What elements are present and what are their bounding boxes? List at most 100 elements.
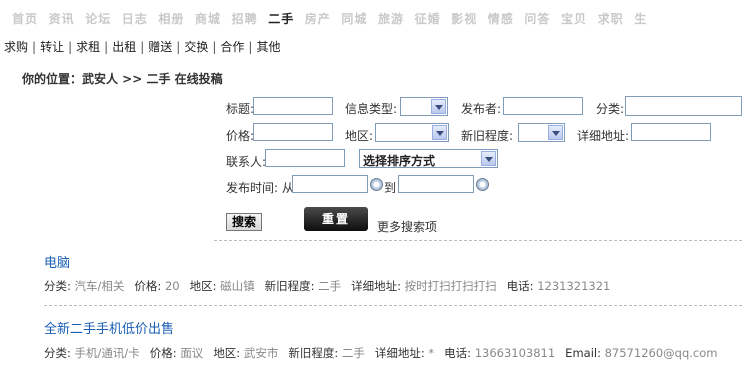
- nav-separator: |: [68, 40, 73, 54]
- meta-key: 分类:: [44, 346, 71, 360]
- meta-value: 87571260@qq.com: [604, 346, 718, 360]
- top-nav-item[interactable]: 同城: [341, 10, 367, 27]
- top-nav-item[interactable]: 论坛: [85, 10, 111, 27]
- meta-value: 按时打扫打扫打扫: [404, 279, 497, 293]
- chevron-down-icon: [432, 125, 447, 140]
- listing-title[interactable]: 电脑: [44, 252, 70, 271]
- sub-nav-item[interactable]: 求购: [4, 40, 28, 54]
- top-nav-item[interactable]: 征婚: [415, 10, 441, 27]
- meta-key: 电话:: [444, 346, 472, 360]
- chevron-down-icon: [431, 99, 446, 114]
- nav-separator: |: [104, 40, 109, 54]
- sub-nav-item[interactable]: 赠送: [148, 40, 172, 54]
- meta-value: 二手: [318, 279, 342, 293]
- listing-title[interactable]: 全新二手手机低价出售: [44, 318, 174, 337]
- top-nav-item[interactable]: 资讯: [49, 10, 75, 27]
- meta-key: 详细地址:: [351, 279, 402, 293]
- meta-key: 新旧程度:: [288, 346, 339, 360]
- category-input[interactable]: [625, 96, 742, 116]
- divider: [214, 240, 742, 241]
- meta-key: 详细地址:: [374, 346, 425, 360]
- top-nav-item[interactable]: 影视: [451, 10, 477, 27]
- meta-key: 新旧程度:: [264, 279, 315, 293]
- condition-select[interactable]: [518, 123, 565, 142]
- meta-value: 面议: [180, 346, 204, 360]
- top-nav-item[interactable]: 相册: [158, 10, 184, 27]
- meta-value: 磁山镇: [220, 279, 255, 293]
- region-select[interactable]: [375, 123, 449, 142]
- nav-separator: |: [176, 40, 181, 54]
- top-nav-item[interactable]: 问答: [524, 10, 550, 27]
- top-nav-item[interactable]: 商城: [195, 10, 221, 27]
- top-nav-item[interactable]: 招聘: [232, 10, 258, 27]
- reset-button[interactable]: 重置: [304, 207, 368, 231]
- breadcrumb: 你的位置：武安人 >> 二手 在线投稿: [22, 72, 223, 86]
- divider: [44, 305, 742, 306]
- nav-separator: |: [248, 40, 253, 54]
- calendar-icon[interactable]: [370, 178, 383, 191]
- meta-key: 地区:: [213, 346, 241, 360]
- time-to-input[interactable]: [398, 175, 474, 193]
- sort-select-value: 选择排序方式: [363, 154, 436, 168]
- address-input[interactable]: [631, 123, 711, 141]
- top-nav-item[interactable]: 首页: [12, 10, 38, 27]
- meta-key: 分类:: [44, 279, 71, 293]
- info-type-label: 信息类型:: [345, 102, 398, 116]
- top-nav-item[interactable]: 求职: [598, 10, 624, 27]
- nav-separator: |: [212, 40, 217, 54]
- top-nav-item[interactable]: 房产: [305, 10, 331, 27]
- top-nav-item[interactable]: 二手: [268, 10, 294, 27]
- meta-value: 汽车/相关: [74, 279, 125, 293]
- sub-nav-item[interactable]: 其他: [256, 40, 280, 54]
- search-button[interactable]: 搜索: [226, 213, 262, 231]
- nav-separator: |: [140, 40, 145, 54]
- time-from-input[interactable]: [292, 175, 368, 193]
- info-type-select[interactable]: [400, 97, 448, 116]
- title-label: 标题:: [226, 102, 255, 116]
- title-input[interactable]: [253, 97, 333, 115]
- price-input[interactable]: [253, 123, 333, 141]
- price-label: 价格:: [226, 129, 255, 143]
- meta-key: 电话:: [506, 279, 534, 293]
- time-label: 发布时间: 从: [226, 181, 294, 195]
- sub-nav-item[interactable]: 转让: [40, 40, 64, 54]
- top-nav-item[interactable]: 宝贝: [561, 10, 587, 27]
- meta-key: 地区:: [189, 279, 217, 293]
- publisher-label: 发布者:: [461, 102, 502, 116]
- category-label: 分类:: [596, 102, 625, 116]
- sub-nav: 求购 | 转让 | 求租 | 出租 | 赠送 | 交换 | 合作 | 其他: [4, 38, 280, 55]
- meta-key: Email:: [565, 346, 601, 360]
- sub-nav-item[interactable]: 合作: [220, 40, 244, 54]
- top-nav-item[interactable]: 情感: [488, 10, 514, 27]
- contact-input[interactable]: [265, 149, 345, 167]
- meta-value: 手机/通讯/卡: [74, 346, 140, 360]
- chevron-down-icon: [481, 151, 496, 166]
- top-nav-item[interactable]: 日志: [122, 10, 148, 27]
- meta-value: 二手: [341, 346, 365, 360]
- contact-label: 联系人:: [226, 155, 267, 169]
- top-nav: 首页 资讯 论坛 日志 相册 商城 招聘 二手 房产 同城 旅游 征婚 影视 情感 问答 宝贝 求职生: [0, 0, 742, 34]
- listing-meta: 分类: 手机/通讯/卡 价格: 面议 地区: 武安市 新旧程度: 二手 详细地址: * 电…: [44, 345, 727, 361]
- sub-nav-item[interactable]: 出租: [112, 40, 136, 54]
- sub-nav-item[interactable]: 交换: [184, 40, 208, 54]
- more-search-link[interactable]: 更多搜索项: [377, 218, 437, 235]
- meta-value: 1231321321: [537, 279, 611, 293]
- nav-separator: |: [32, 40, 37, 54]
- address-label: 详细地址:: [577, 129, 630, 143]
- sub-nav-item[interactable]: 求租: [76, 40, 100, 54]
- calendar-icon[interactable]: [476, 178, 489, 191]
- meta-value: 20: [164, 279, 180, 293]
- sort-select[interactable]: 选择排序方式: [359, 149, 498, 168]
- time-to-label: 到: [384, 181, 397, 195]
- region-label: 地区:: [345, 129, 374, 143]
- meta-key: 价格:: [134, 279, 162, 293]
- top-nav-item[interactable]: 生: [634, 10, 647, 27]
- meta-key: 价格:: [149, 346, 177, 360]
- listing-meta: 分类: 汽车/相关 价格: 20 地区: 磁山镇 新旧程度: 二手 详细地址: 按时打扫…: [44, 278, 620, 294]
- chevron-down-icon: [548, 125, 563, 140]
- top-nav-item[interactable]: 旅游: [378, 10, 404, 27]
- meta-value: 武安市: [243, 346, 279, 360]
- meta-value: 13663103811: [474, 346, 556, 360]
- condition-label: 新旧程度:: [461, 129, 514, 143]
- publisher-input[interactable]: [503, 97, 583, 115]
